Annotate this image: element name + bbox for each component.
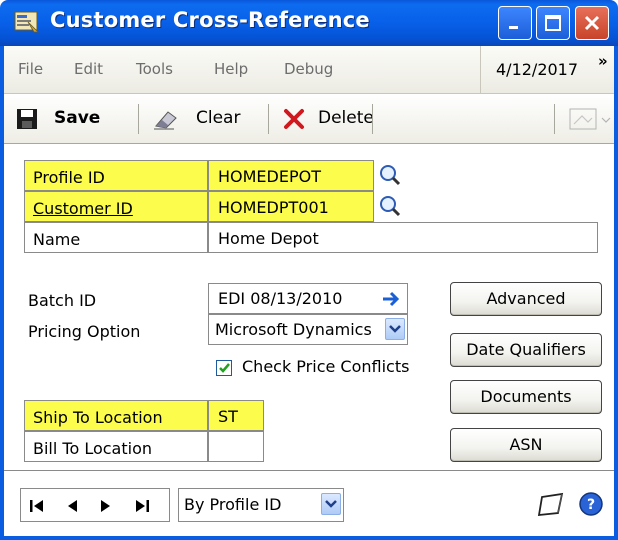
help-icon[interactable]: ? — [578, 491, 604, 517]
advanced-button[interactable]: Advanced — [450, 282, 602, 316]
delete-label: Delete — [318, 108, 374, 128]
maximize-button[interactable] — [536, 6, 570, 40]
ship-to-label: Ship To Location — [33, 408, 163, 427]
customer-id-lookup-icon[interactable] — [378, 194, 402, 218]
eraser-icon — [154, 111, 177, 130]
svg-text:?: ? — [587, 497, 595, 513]
menu-help[interactable]: Help — [214, 60, 248, 78]
title-bar: Customer Cross-Reference — [0, 0, 618, 46]
customer-id-field[interactable]: HOMEDPT001 — [208, 191, 374, 222]
floppy-disk-icon — [17, 109, 37, 129]
first-record-icon[interactable] — [29, 499, 47, 513]
toolbar-separator — [554, 104, 555, 134]
next-record-icon[interactable] — [99, 499, 113, 513]
save-button[interactable]: Save — [12, 102, 122, 136]
user-date-value: 4/12/2017 — [496, 60, 579, 79]
menu-file[interactable]: File — [18, 60, 43, 78]
profile-id-value: HOMEDEPOT — [218, 167, 321, 186]
pricing-option-select[interactable]: Microsoft Dynamics — [208, 314, 408, 345]
customer-id-label[interactable]: Customer ID — [33, 199, 133, 218]
record-navigation — [20, 488, 170, 522]
customer-id-label-cell: Customer ID — [24, 191, 208, 222]
minimize-button[interactable] — [498, 6, 532, 40]
user-date[interactable]: 4/12/2017 » — [480, 46, 614, 93]
pricing-option-value: Microsoft Dynamics — [215, 320, 372, 339]
menu-bar: File Edit Tools Help Debug 4/12/2017 » — [4, 46, 614, 94]
clear-label: Clear — [196, 108, 241, 128]
sort-by-select[interactable]: By Profile ID — [178, 488, 344, 522]
minimize-icon — [509, 26, 518, 29]
check-icon — [219, 363, 230, 373]
profile-id-field[interactable]: HOMEDEPOT — [208, 160, 374, 191]
batch-id-label: Batch ID — [28, 291, 97, 310]
profile-id-lookup-icon[interactable] — [378, 163, 402, 187]
red-x-icon — [284, 109, 304, 129]
status-bar: By Profile ID ? — [4, 470, 614, 536]
chevron-down-icon — [389, 325, 401, 333]
bill-to-field[interactable] — [208, 431, 264, 462]
toolbar-separator — [372, 104, 373, 134]
toolbar-separator — [138, 104, 139, 134]
sort-by-dropdown-button[interactable] — [321, 493, 341, 515]
maximize-icon — [545, 15, 561, 31]
form-area: Profile ID HOMEDEPOT Customer ID HOMEDPT… — [4, 145, 614, 470]
profile-id-label: Profile ID — [33, 168, 105, 187]
note-icon[interactable] — [536, 491, 568, 519]
check-price-conflicts-label: Check Price Conflicts — [242, 357, 410, 376]
batch-id-value: EDI 08/13/2010 — [218, 289, 343, 308]
chevron-down-icon — [325, 500, 337, 508]
save-label: Save — [54, 108, 101, 128]
app-icon — [14, 11, 39, 33]
menu-tools[interactable]: Tools — [136, 60, 173, 78]
name-label-cell: Name — [24, 222, 208, 253]
window-frame-bottom — [0, 536, 618, 540]
check-price-conflicts-checkbox[interactable]: Check Price Conflicts — [212, 357, 422, 381]
close-button[interactable] — [575, 6, 609, 40]
menu-edit[interactable]: Edit — [74, 60, 103, 78]
name-label: Name — [33, 230, 81, 249]
menu-debug[interactable]: Debug — [284, 60, 333, 78]
sort-by-value: By Profile ID — [184, 495, 282, 514]
batch-id-field[interactable]: EDI 08/13/2010 — [208, 283, 408, 314]
name-value: Home Depot — [218, 229, 319, 248]
last-record-icon[interactable] — [133, 499, 151, 513]
pricing-option-label: Pricing Option — [28, 322, 141, 341]
more-menu-icon[interactable]: » — [598, 52, 608, 70]
customer-id-value: HOMEDPT001 — [218, 198, 329, 217]
note-icon[interactable] — [568, 106, 612, 132]
clear-button[interactable]: Clear — [148, 102, 258, 136]
profile-id-label-cell: Profile ID — [24, 160, 208, 191]
blue-arrow-icon[interactable] — [381, 290, 401, 308]
name-field[interactable]: Home Depot — [208, 222, 598, 253]
documents-button[interactable]: Documents — [450, 380, 602, 414]
checkbox-box — [216, 360, 232, 376]
bill-to-label: Bill To Location — [33, 439, 152, 458]
close-icon — [584, 15, 600, 31]
window-title: Customer Cross-Reference — [50, 8, 370, 32]
toolbar: Save Clear Delete — [4, 94, 614, 144]
toolbar-separator — [268, 104, 269, 134]
pricing-option-dropdown-button[interactable] — [385, 318, 405, 340]
window-frame-right — [614, 46, 618, 540]
ship-to-label-cell: Ship To Location — [24, 400, 208, 431]
ship-to-field[interactable]: ST — [208, 400, 264, 431]
date-qualifiers-button[interactable]: Date Qualifiers — [450, 333, 602, 367]
previous-record-icon[interactable] — [65, 499, 79, 513]
asn-button[interactable]: ASN — [450, 428, 602, 462]
delete-button[interactable]: Delete — [278, 102, 378, 136]
bill-to-label-cell: Bill To Location — [24, 431, 208, 462]
ship-to-value: ST — [218, 407, 238, 426]
